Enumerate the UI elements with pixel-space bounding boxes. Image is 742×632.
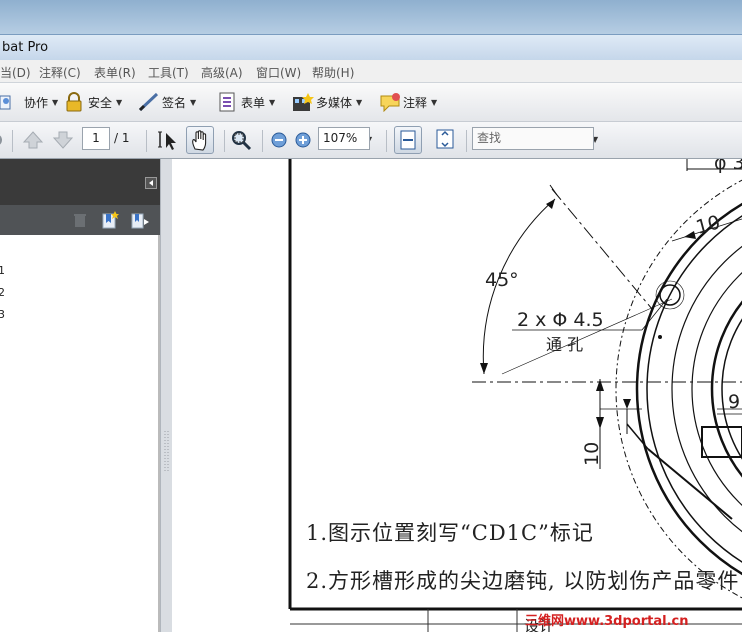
dim-holes: 2 x Φ 4.5 bbox=[517, 309, 604, 331]
previous-view-icon[interactable] bbox=[0, 132, 4, 148]
dim-9: 9 bbox=[728, 391, 740, 413]
page-number-input[interactable]: 1 bbox=[82, 127, 110, 150]
bookmark-options-icon[interactable] bbox=[130, 211, 150, 232]
single-page-view-button[interactable] bbox=[394, 126, 422, 154]
menu-advanced[interactable]: 高级(A) bbox=[201, 64, 243, 81]
next-page-icon[interactable] bbox=[52, 130, 74, 153]
technical-drawing: 45° 2 x Φ 4.5 通 孔 10 φ 3 9 10 设计 bbox=[288, 159, 742, 632]
bookmark-list: 1 2 3 bbox=[0, 235, 160, 632]
page-total-label: / 1 bbox=[114, 131, 130, 145]
menu-bar: 当(D) 注释(C) 表单(R) 工具(T) 高级(A) 窗口(W) 帮助(H) bbox=[0, 60, 742, 83]
comment-button[interactable]: 注释 ▼ bbox=[379, 92, 438, 113]
toolbar-separator bbox=[386, 130, 387, 152]
find-input[interactable]: 查找 bbox=[472, 127, 594, 150]
collab-button[interactable]: 协作 ▼ bbox=[0, 92, 58, 112]
tasks-toolbar: 协作 ▼ 安全 ▼ 签名 ▼ 表单 ▼ 多媒体 ▼ 注释 ▼ bbox=[0, 83, 742, 122]
dim-holes-note: 通 孔 bbox=[546, 335, 583, 354]
document-view[interactable]: 45° 2 x Φ 4.5 通 孔 10 φ 3 9 10 设计 1.图示位置刻… bbox=[172, 159, 742, 632]
navigation-toolbar: ▼ ▼ bbox=[0, 122, 742, 159]
select-tool-icon[interactable] bbox=[156, 129, 178, 154]
fit-width-icon bbox=[400, 130, 416, 153]
chevron-down-icon: ▼ bbox=[356, 97, 363, 107]
window-title: bat Pro bbox=[2, 40, 49, 55]
menu-window[interactable]: 窗口(W) bbox=[256, 64, 301, 81]
panel-header bbox=[0, 159, 160, 205]
dim-10-left: 10 bbox=[581, 442, 603, 466]
drawing-note-2: 2.方形槽形成的尖边磨钝, 以防划伤产品零件 bbox=[306, 569, 740, 593]
menu-help[interactable]: 帮助(H) bbox=[312, 64, 354, 81]
drawing-note-1: 1.图示位置刻写“CD1C”标记 bbox=[306, 521, 594, 545]
lock-icon bbox=[64, 92, 84, 112]
multimedia-button[interactable]: 多媒体 ▼ bbox=[292, 92, 362, 112]
dim-phi-top: φ 3 bbox=[714, 159, 742, 174]
chevron-down-icon: ▼ bbox=[431, 97, 438, 107]
collapse-panel-button[interactable] bbox=[145, 177, 157, 189]
form-icon bbox=[217, 92, 237, 112]
list-item[interactable]: 1 bbox=[0, 264, 5, 277]
zoom-out-icon[interactable] bbox=[270, 131, 288, 152]
toolbar-separator bbox=[12, 130, 13, 152]
list-item[interactable]: 2 bbox=[0, 286, 5, 299]
pen-icon bbox=[138, 92, 159, 112]
toolbar-separator bbox=[224, 130, 225, 152]
security-label: 安全 bbox=[88, 95, 113, 110]
sign-label: 签名 bbox=[162, 95, 187, 110]
hand-tool-button[interactable] bbox=[186, 126, 214, 154]
menu-comment[interactable]: 注释(C) bbox=[39, 64, 81, 81]
fit-page-icon bbox=[436, 129, 454, 152]
navigation-panel: 1 2 3 bbox=[0, 159, 160, 632]
chevron-down-icon: ▼ bbox=[116, 97, 123, 107]
dim-10-top: 10 bbox=[694, 211, 723, 239]
trash-icon[interactable] bbox=[72, 212, 88, 231]
menu-tools[interactable]: 工具(T) bbox=[148, 64, 189, 81]
chevron-down-icon: ▼ bbox=[52, 97, 59, 107]
zoom-in-icon[interactable] bbox=[294, 131, 312, 152]
marquee-zoom-icon[interactable] bbox=[229, 128, 253, 155]
panel-toolbar bbox=[0, 205, 160, 235]
menu-document[interactable]: 当(D) bbox=[0, 64, 31, 81]
forms-button[interactable]: 表单 ▼ bbox=[217, 92, 275, 112]
security-button[interactable]: 安全 ▼ bbox=[64, 92, 122, 112]
multimedia-label: 多媒体 bbox=[316, 95, 353, 110]
watermark-text: 三维网www.3dportal.cn bbox=[525, 614, 689, 629]
hand-icon bbox=[190, 129, 210, 154]
new-bookmark-icon[interactable] bbox=[101, 211, 119, 232]
menu-forms[interactable]: 表单(R) bbox=[94, 64, 136, 81]
chevron-down-icon: ▼ bbox=[190, 97, 197, 107]
collab-label: 协作 bbox=[24, 95, 49, 110]
list-item[interactable]: 3 bbox=[0, 308, 5, 321]
title-bar: bat Pro bbox=[0, 34, 742, 61]
sign-button[interactable]: 签名 ▼ bbox=[138, 92, 196, 112]
zoom-level-input[interactable]: 107% bbox=[318, 127, 370, 150]
toolbar-separator bbox=[466, 130, 467, 152]
comment-icon bbox=[379, 92, 400, 113]
forms-label: 表单 bbox=[241, 95, 266, 110]
toolbar-separator bbox=[262, 130, 263, 152]
dim-angle: 45° bbox=[485, 269, 519, 291]
prev-page-icon[interactable] bbox=[22, 130, 44, 153]
desktop-background bbox=[0, 0, 742, 34]
fit-page-button[interactable] bbox=[432, 126, 458, 152]
multimedia-icon bbox=[292, 92, 314, 112]
toolbar-separator bbox=[146, 130, 147, 152]
comment-label: 注释 bbox=[403, 95, 428, 110]
collab-icon bbox=[0, 92, 20, 112]
chevron-down-icon: ▼ bbox=[269, 97, 276, 107]
